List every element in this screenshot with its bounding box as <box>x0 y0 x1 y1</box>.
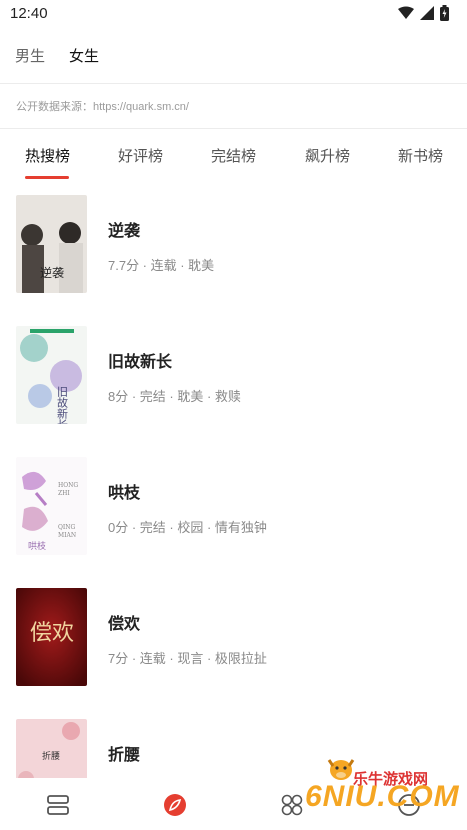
tab-male[interactable]: 男生 <box>15 45 45 66</box>
data-source-note: 公开数据来源：https://quark.sm.cn/ <box>16 101 189 113</box>
book-title[interactable]: 偿欢 <box>108 610 140 634</box>
svg-text:QING: QING <box>58 524 76 531</box>
watermark-logo: 乐牛游戏网 6NIU.COM <box>295 752 459 814</box>
wifi-icon <box>398 6 414 19</box>
discover-icon[interactable] <box>162 792 188 818</box>
svg-text:旧故新长: 旧故新长 <box>56 386 69 424</box>
book-title[interactable]: 折腰 <box>108 741 140 765</box>
watermark-brand: 6NIU.COM <box>305 780 460 813</box>
book-meta: 0分 · 完结 · 校园 · 情有独钟 <box>108 520 267 535</box>
book-meta: 8分 · 完结 · 耽美 · 救赎 <box>108 389 241 404</box>
book-title[interactable]: 逆袭 <box>108 217 140 241</box>
book-cover[interactable]: 折腰 <box>16 719 87 778</box>
active-tab-indicator <box>25 176 69 179</box>
book-meta: 7分 · 连载 · 现言 · 极限拉扯 <box>108 651 267 666</box>
book-list: 逆袭 逆袭 7.7分 · 连载 · 耽美 旧故新长 旧故新长 8分 · 完结 ·… <box>0 180 467 778</box>
svg-text:ZHI: ZHI <box>58 490 70 497</box>
svg-text:HONG: HONG <box>58 482 78 489</box>
status-bar: 12:40 <box>0 0 467 28</box>
tab-hot-search[interactable]: 热搜榜 <box>25 145 70 166</box>
divider <box>0 83 467 84</box>
divider <box>0 128 467 129</box>
book-title[interactable]: 旧故新长 <box>108 348 172 372</box>
svg-text:逆袭: 逆袭 <box>40 265 64 280</box>
svg-text:MIAN: MIAN <box>58 532 76 539</box>
book-meta: 7.7分 · 连载 · 耽美 <box>108 258 215 273</box>
tab-rising[interactable]: 飙升榜 <box>305 145 350 166</box>
signal-icon <box>420 6 434 20</box>
tab-female[interactable]: 女生 <box>69 45 99 66</box>
tab-top-rated[interactable]: 好评榜 <box>118 145 163 166</box>
book-cover[interactable]: 偿欢 <box>16 588 87 686</box>
status-icons <box>398 5 449 21</box>
book-cover[interactable]: 旧故新长 <box>16 326 87 424</box>
tab-completed[interactable]: 完结榜 <box>211 145 256 166</box>
tab-new-books[interactable]: 新书榜 <box>398 145 443 166</box>
svg-text:偿欢: 偿欢 <box>30 621 74 646</box>
book-cover[interactable]: HONG ZHI QING MIAN 哄枝 <box>16 457 87 555</box>
book-item[interactable]: 偿欢 偿欢 7分 · 连载 · 现言 · 极限拉扯 <box>0 573 467 686</box>
ranking-tabs: 热搜榜 好评榜 完结榜 飙升榜 新书榜 <box>0 138 467 182</box>
book-cover[interactable]: 逆袭 <box>16 195 87 293</box>
gender-tabs: 男生 女生 <box>0 38 467 72</box>
status-time: 12:40 <box>10 5 48 22</box>
book-item[interactable]: 旧故新长 旧故新长 8分 · 完结 · 耽美 · 救赎 <box>0 311 467 424</box>
battery-icon <box>440 5 449 21</box>
book-title[interactable]: 哄枝 <box>108 479 140 503</box>
svg-text:折腰: 折腰 <box>42 750 60 762</box>
bookshelf-icon[interactable] <box>45 792 71 818</box>
book-item[interactable]: HONG ZHI QING MIAN 哄枝 哄枝 0分 · 完结 · 校园 · … <box>0 442 467 555</box>
svg-text:哄枝: 哄枝 <box>28 540 46 552</box>
book-item[interactable]: 逆袭 逆袭 7.7分 · 连载 · 耽美 <box>0 180 467 293</box>
